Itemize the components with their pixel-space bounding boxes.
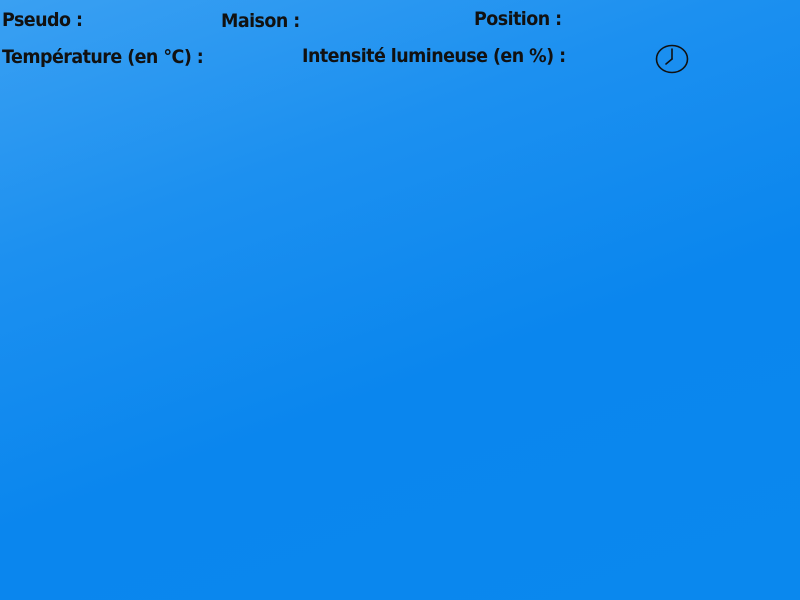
light-intensity-label: Intensité lumineuse (en %) : (302, 45, 566, 67)
pseudo-label: Pseudo : (2, 9, 83, 31)
temperature-label: Température (en °C) : (2, 46, 204, 68)
app-window: { "header": { "pseudo_label": "Pseudo :"… (0, 0, 800, 600)
position-label: Position : (474, 8, 562, 30)
clock-icon[interactable] (655, 43, 689, 75)
maison-label: Maison : (221, 10, 300, 32)
